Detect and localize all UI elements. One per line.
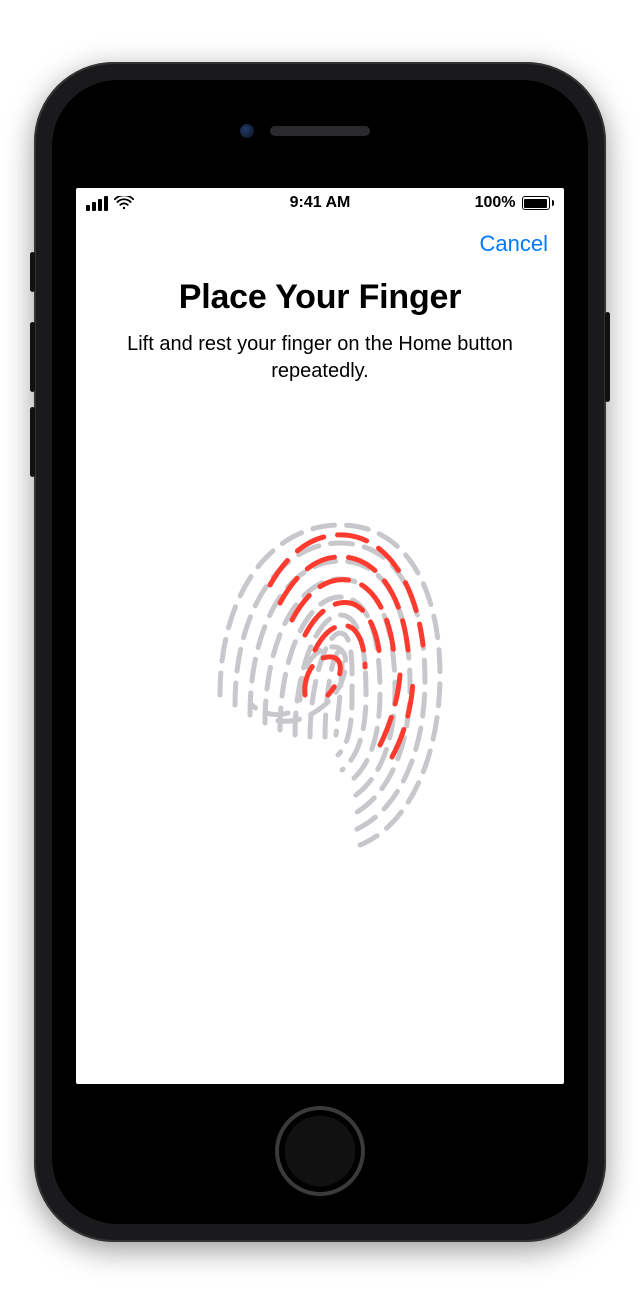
- home-button[interactable]: [275, 1106, 365, 1196]
- status-bar: 9:41 AM 100%: [76, 188, 564, 218]
- wifi-icon: [114, 196, 134, 210]
- status-right: 100%: [475, 194, 554, 212]
- page-subtitle: Lift and rest your finger on the Home bu…: [110, 331, 530, 385]
- cancel-button[interactable]: Cancel: [480, 231, 548, 257]
- volume-down-button: [30, 407, 35, 477]
- content-area: Place Your Finger Lift and rest your fin…: [76, 270, 564, 1084]
- nav-bar: Cancel: [76, 218, 564, 270]
- page-title: Place Your Finger: [179, 278, 462, 317]
- status-left: [86, 196, 134, 211]
- front-camera: [240, 124, 254, 138]
- battery-icon: [522, 196, 555, 210]
- fingerprint-icon: [180, 495, 460, 855]
- cellular-signal-icon: [86, 196, 108, 211]
- earpiece-speaker: [270, 126, 370, 136]
- volume-up-button: [30, 322, 35, 392]
- iphone-frame: 9:41 AM 100% Cancel Place Your Finger Li…: [34, 62, 606, 1242]
- mute-switch: [30, 252, 35, 292]
- device-bezel: 9:41 AM 100% Cancel Place Your Finger Li…: [52, 80, 588, 1224]
- power-button: [605, 312, 610, 402]
- battery-percentage: 100%: [475, 194, 516, 212]
- screen: 9:41 AM 100% Cancel Place Your Finger Li…: [76, 188, 564, 1084]
